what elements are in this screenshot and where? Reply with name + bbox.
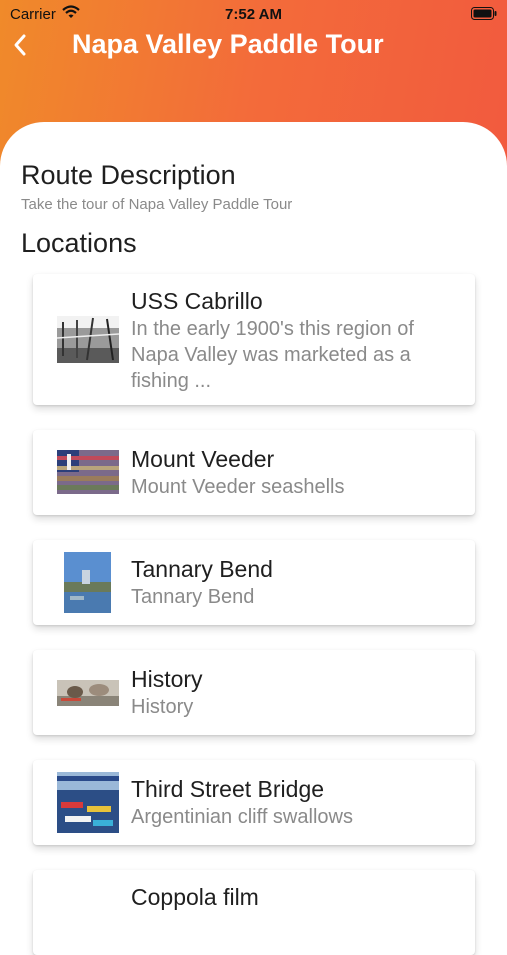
location-description: History bbox=[131, 696, 194, 718]
navigation-bar: Napa Valley Paddle Tour bbox=[0, 28, 507, 62]
location-thumbnail bbox=[57, 772, 119, 833]
location-title: Coppola film bbox=[131, 884, 259, 910]
location-title: Third Street Bridge bbox=[131, 776, 325, 802]
location-title: USS Cabrillo bbox=[131, 288, 263, 314]
location-thumbnail bbox=[64, 552, 111, 613]
content-sheet: Route Description Take the tour of Napa … bbox=[0, 122, 507, 955]
route-description-subtitle: Take the tour of Napa Valley Paddle Tour bbox=[21, 196, 293, 213]
location-card-coppola-film[interactable]: Coppola film bbox=[33, 870, 475, 955]
location-card-history[interactable]: History History bbox=[33, 650, 475, 735]
location-description: In the early 1900's this region of Napa … bbox=[131, 318, 414, 392]
route-description-heading: Route Description bbox=[21, 160, 236, 190]
page-title: Napa Valley Paddle Tour bbox=[72, 29, 384, 59]
location-title: Tannary Bend bbox=[131, 556, 273, 582]
location-card-mount-veeder[interactable]: Mount Veeder Mount Veeder seashells bbox=[33, 430, 475, 515]
location-thumbnail bbox=[57, 450, 119, 494]
location-thumbnail bbox=[57, 680, 119, 706]
location-title: Mount Veeder bbox=[131, 446, 275, 472]
location-card-third-street-bridge[interactable]: Third Street Bridge Argentinian cliff sw… bbox=[33, 760, 475, 845]
status-bar: Carrier 7:52 AM bbox=[0, 0, 507, 28]
locations-heading: Locations bbox=[21, 228, 137, 258]
location-title: History bbox=[131, 666, 203, 692]
location-thumbnail bbox=[57, 316, 119, 363]
battery-icon bbox=[471, 7, 497, 20]
location-description: Mount Veeder seashells bbox=[131, 476, 345, 498]
location-card-uss-cabrillo[interactable]: USS Cabrillo In the early 1900's this re… bbox=[33, 274, 475, 405]
status-time: 7:52 AM bbox=[225, 6, 282, 23]
location-card-tannary-bend[interactable]: Tannary Bend Tannary Bend bbox=[33, 540, 475, 625]
location-description: Argentinian cliff swallows bbox=[131, 806, 353, 828]
chevron-left-icon[interactable] bbox=[10, 31, 30, 59]
location-description: Tannary Bend bbox=[131, 586, 255, 608]
